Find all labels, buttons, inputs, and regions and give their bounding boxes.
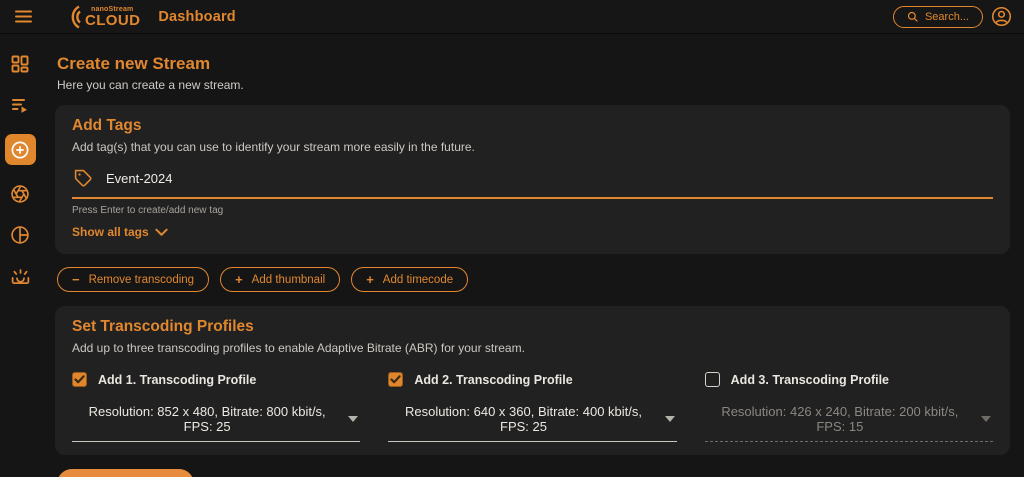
menu-toggle-button[interactable] [10,5,37,28]
profile-1-checkbox[interactable] [72,372,87,387]
profile-2-checkbox[interactable] [388,372,403,387]
pie-chart-icon [10,225,30,245]
transcoding-profiles-description: Add up to three transcoding profiles to … [72,341,993,355]
add-timecode-button[interactable]: + Add timecode [351,267,468,292]
caret-down-icon [348,416,358,422]
profile-3-value: Resolution: 426 x 240, Bitrate: 200 kbit… [707,404,973,434]
minus-icon: − [72,273,80,286]
sidebar-nav [0,34,40,477]
chevron-down-icon [155,228,168,237]
profiles-grid: Add 1. Transcoding Profile Resolution: 8… [72,372,993,442]
tray-broadcast-icon [10,266,31,287]
profile-3-checkbox[interactable] [705,372,720,387]
hamburger-icon [14,9,33,24]
profile-3-label: Add 3. Transcoding Profile [731,373,889,387]
sidebar-item-live-ingest[interactable] [5,264,35,288]
user-account-button[interactable] [991,6,1012,27]
caret-down-icon [981,416,991,422]
add-thumbnail-button[interactable]: + Add thumbnail [220,267,340,292]
profile-2-value: Resolution: 640 x 360, Bitrate: 400 kbit… [390,404,656,434]
search-icon [907,11,918,22]
sidebar-item-stream-list[interactable] [5,93,35,117]
add-tags-card: Add Tags Add tag(s) that you can use to … [55,105,1010,254]
profile-column-3: Add 3. Transcoding Profile Resolution: 4… [705,372,993,442]
nanostream-cloud-logo[interactable]: nanoStream CLOUD [67,5,140,29]
user-icon [991,6,1012,27]
top-bar: nanoStream CLOUD Dashboard Search... [0,0,1024,34]
remove-transcoding-button[interactable]: − Remove transcoding [57,267,209,292]
show-all-tags-label: Show all tags [72,225,149,239]
sidebar-item-analytics[interactable] [5,223,35,247]
playlist-icon [10,95,30,115]
search-button[interactable]: Search... [893,6,983,28]
add-timecode-label: Add timecode [383,274,453,286]
aperture-icon [10,184,30,204]
add-tags-description: Add tag(s) that you can use to identify … [72,140,993,154]
add-thumbnail-label: Add thumbnail [252,274,326,286]
tag-icon [74,169,93,188]
profile-2-label: Add 2. Transcoding Profile [414,373,572,387]
page-header-title: Dashboard [158,9,236,25]
add-tags-title: Add Tags [72,117,993,135]
profile-1-value: Resolution: 852 x 480, Bitrate: 800 kbit… [74,404,340,434]
sidebar-item-create-stream[interactable] [5,134,36,165]
tag-input-row [72,169,993,199]
transcoding-profiles-title: Set Transcoding Profiles [72,318,993,336]
profile-1-select[interactable]: Resolution: 852 x 480, Bitrate: 800 kbit… [72,404,360,442]
plus-circle-icon [10,140,30,160]
search-button-label: Search... [925,11,969,23]
logo-text-bottom: CLOUD [85,13,140,28]
create-new-stream-button[interactable]: Create new Stream [57,469,194,477]
page-title: Create new Stream [57,54,1010,74]
profile-2-select[interactable]: Resolution: 640 x 360, Bitrate: 400 kbit… [388,404,676,442]
profile-column-1: Add 1. Transcoding Profile Resolution: 8… [72,372,360,442]
sidebar-item-webcaster[interactable] [5,182,35,206]
remove-transcoding-label: Remove transcoding [89,274,194,286]
transcoding-actions-row: − Remove transcoding + Add thumbnail + A… [57,267,1010,292]
main-content: Create new Stream Here you can create a … [40,34,1024,477]
sidebar-item-dashboard[interactable] [5,52,35,76]
profile-1-label: Add 1. Transcoding Profile [98,373,256,387]
grid-icon [10,54,30,74]
show-all-tags-button[interactable]: Show all tags [72,225,168,239]
caret-down-icon [665,416,675,422]
transcoding-profiles-card: Set Transcoding Profiles Add up to three… [55,306,1010,455]
plus-icon: + [366,273,374,286]
profile-3-select[interactable]: Resolution: 426 x 240, Bitrate: 200 kbit… [705,404,993,442]
profile-column-2: Add 2. Transcoding Profile Resolution: 6… [388,372,676,442]
page-subtitle: Here you can create a new stream. [57,78,1010,92]
plus-icon: + [235,273,243,286]
tag-input[interactable] [106,171,991,186]
logo-waves-icon [67,5,84,29]
app-window: nanoStream CLOUD Dashboard Search... [0,0,1024,477]
tag-input-hint: Press Enter to create/add new tag [72,205,993,216]
